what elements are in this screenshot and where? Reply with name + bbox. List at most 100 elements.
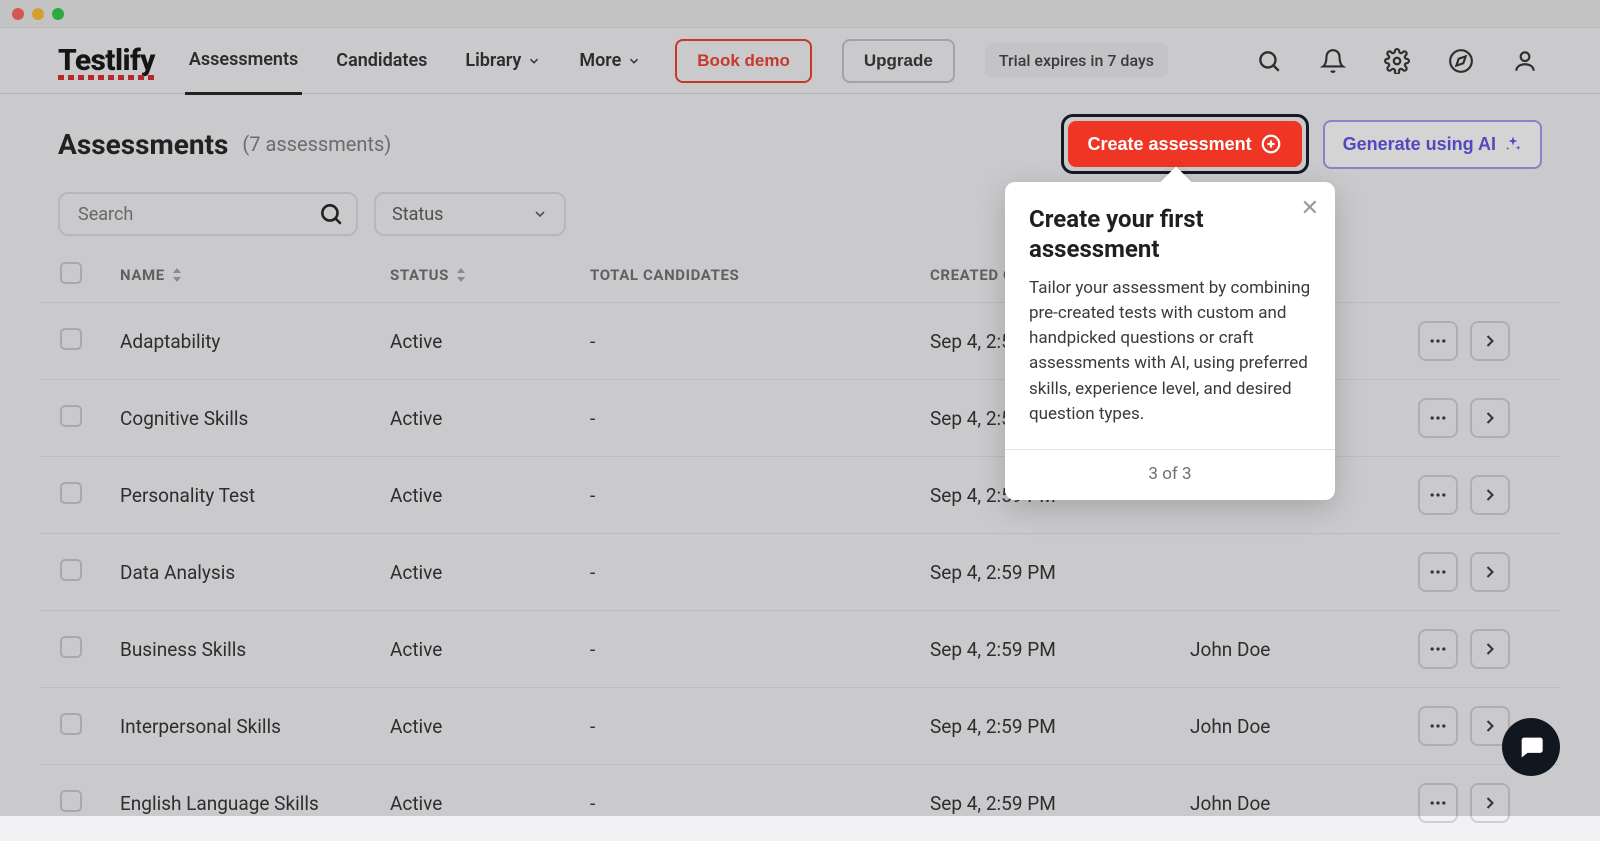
table-row[interactable]: Data AnalysisActive-Sep 4, 2:59 PM <box>40 533 1560 610</box>
popover-body: Tailor your assessment by combining pre-… <box>1029 276 1311 427</box>
row-checkbox[interactable] <box>60 328 82 350</box>
upgrade-button[interactable]: Upgrade <box>842 39 955 83</box>
row-more-button[interactable] <box>1418 321 1458 361</box>
chevron-down-icon <box>627 54 641 68</box>
row-more-button[interactable] <box>1418 475 1458 515</box>
window-minimize-dot[interactable] <box>32 8 44 20</box>
row-total: - <box>590 330 930 353</box>
window-chrome <box>0 0 1600 28</box>
row-total: - <box>590 561 930 584</box>
row-name: Data Analysis <box>120 561 390 584</box>
row-created-by: John Doe <box>1190 715 1410 738</box>
plus-circle-icon <box>1260 133 1282 155</box>
row-more-button[interactable] <box>1418 629 1458 669</box>
page-title: Assessments <box>58 128 228 161</box>
row-name: English Language Skills <box>120 792 390 815</box>
column-status[interactable]: STATUS <box>390 266 590 284</box>
column-name[interactable]: NAME <box>120 266 390 284</box>
chat-icon <box>1517 733 1545 761</box>
row-open-button[interactable] <box>1470 475 1510 515</box>
row-name: Personality Test <box>120 484 390 507</box>
compass-icon[interactable] <box>1444 44 1478 78</box>
row-created-on: Sep 4, 2:59 PM <box>930 715 1190 738</box>
row-more-button[interactable] <box>1418 398 1458 438</box>
row-name: Business Skills <box>120 638 390 661</box>
column-total-candidates[interactable]: TOTAL CANDIDATES <box>590 266 930 284</box>
row-status: Active <box>390 561 590 584</box>
row-open-button[interactable] <box>1470 783 1510 823</box>
row-total: - <box>590 484 930 507</box>
row-more-button[interactable] <box>1418 706 1458 746</box>
row-created-on: Sep 4, 2:59 PM <box>930 561 1190 584</box>
table-row[interactable]: Business SkillsActive-Sep 4, 2:59 PMJohn… <box>40 610 1560 687</box>
sparkle-icon <box>1504 135 1522 153</box>
nav-library-label: Library <box>465 50 521 71</box>
assessments-table: NAME STATUS TOTAL CANDIDATES CREATED ON … <box>0 250 1600 841</box>
chevron-down-icon <box>532 206 548 222</box>
page-header: Assessments (7 assessments) Create asses… <box>0 94 1600 182</box>
nav-library[interactable]: Library <box>461 28 545 93</box>
row-created-by: John Doe <box>1190 792 1410 815</box>
popover-step-indicator: 3 of 3 <box>1005 449 1335 500</box>
row-checkbox[interactable] <box>60 790 82 812</box>
chevron-down-icon <box>527 54 541 68</box>
row-status: Active <box>390 484 590 507</box>
app-logo[interactable]: Testlify <box>58 43 155 78</box>
create-assessment-label: Create assessment <box>1088 134 1252 155</box>
onboarding-highlight: Create assessment <box>1061 114 1309 174</box>
row-more-button[interactable] <box>1418 552 1458 592</box>
window-zoom-dot[interactable] <box>52 8 64 20</box>
row-created-on: Sep 4, 2:59 PM <box>930 638 1190 661</box>
row-open-button[interactable] <box>1470 629 1510 669</box>
search-icon <box>318 201 344 227</box>
row-name: Cognitive Skills <box>120 407 390 430</box>
row-open-button[interactable] <box>1470 552 1510 592</box>
row-checkbox[interactable] <box>60 405 82 427</box>
row-status: Active <box>390 638 590 661</box>
row-created-by: John Doe <box>1190 638 1410 661</box>
row-checkbox[interactable] <box>60 713 82 735</box>
row-checkbox[interactable] <box>60 482 82 504</box>
window-close-dot[interactable] <box>12 8 24 20</box>
nav-assessments[interactable]: Assessments <box>185 27 302 95</box>
row-status: Active <box>390 330 590 353</box>
trial-expiry-chip: Trial expires in 7 days <box>985 43 1168 78</box>
sort-icon <box>171 268 183 282</box>
generate-ai-button[interactable]: Generate using AI <box>1323 120 1542 169</box>
row-total: - <box>590 792 930 815</box>
search-input[interactable] <box>60 194 422 234</box>
create-assessment-button[interactable]: Create assessment <box>1068 121 1302 167</box>
assessments-count: (7 assessments) <box>242 132 391 156</box>
top-nav: Testlify Assessments Candidates Library … <box>0 28 1600 94</box>
sort-icon <box>455 268 467 282</box>
table-row[interactable]: Interpersonal SkillsActive-Sep 4, 2:59 P… <box>40 687 1560 764</box>
row-total: - <box>590 715 930 738</box>
popover-title: Create your first assessment <box>1029 204 1311 264</box>
gear-icon[interactable] <box>1380 44 1414 78</box>
search-icon[interactable] <box>1252 44 1286 78</box>
onboarding-popover: ✕ Create your first assessment Tailor yo… <box>1005 182 1335 500</box>
row-status: Active <box>390 792 590 815</box>
nav-more-label: More <box>579 50 621 71</box>
search-input-wrapper[interactable] <box>58 192 358 236</box>
table-row[interactable]: English Language SkillsActive-Sep 4, 2:5… <box>40 764 1560 841</box>
row-total: - <box>590 638 930 661</box>
filter-bar: Status <box>0 182 1600 250</box>
row-status: Active <box>390 715 590 738</box>
row-more-button[interactable] <box>1418 783 1458 823</box>
nav-more[interactable]: More <box>575 28 645 93</box>
row-checkbox[interactable] <box>60 559 82 581</box>
chat-launcher[interactable] <box>1502 718 1560 776</box>
row-open-button[interactable] <box>1470 398 1510 438</box>
book-demo-button[interactable]: Book demo <box>675 39 812 83</box>
close-icon[interactable]: ✕ <box>1301 196 1319 221</box>
nav-candidates[interactable]: Candidates <box>332 28 431 93</box>
row-open-button[interactable] <box>1470 321 1510 361</box>
user-icon[interactable] <box>1508 44 1542 78</box>
row-total: - <box>590 407 930 430</box>
row-status: Active <box>390 407 590 430</box>
row-checkbox[interactable] <box>60 636 82 658</box>
bell-icon[interactable] <box>1316 44 1350 78</box>
row-created-on: Sep 4, 2:59 PM <box>930 792 1190 815</box>
select-all-checkbox[interactable] <box>60 262 82 284</box>
